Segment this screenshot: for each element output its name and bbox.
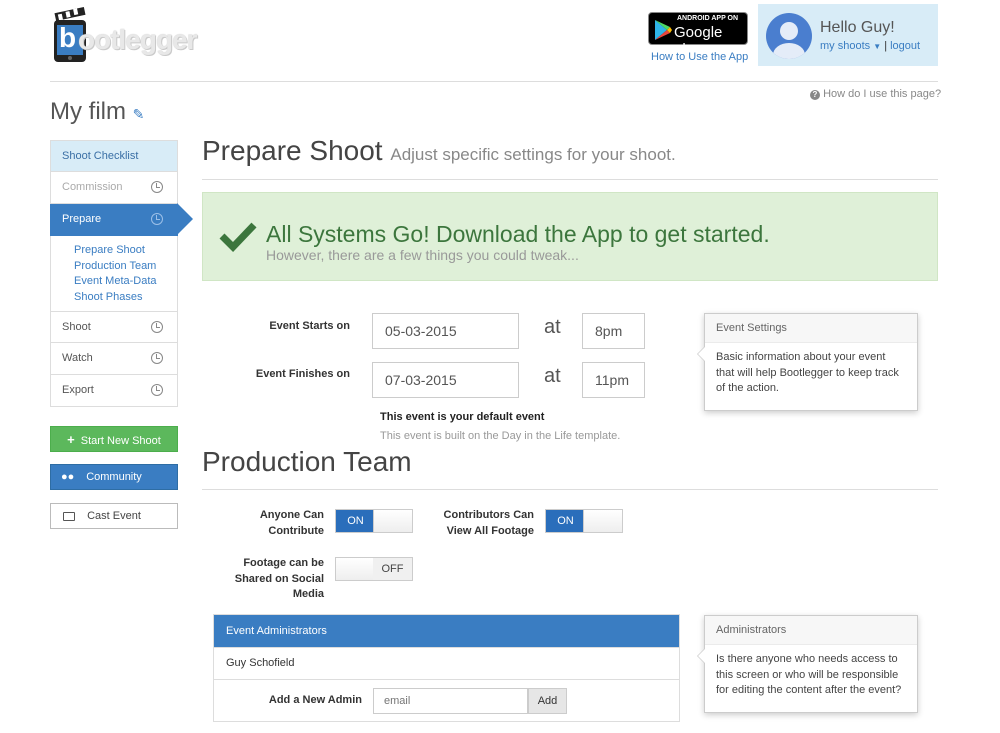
user-links-separator: | xyxy=(884,40,888,52)
pencil-icon[interactable]: ✎ xyxy=(133,106,145,122)
toggle-on-state: ON xyxy=(546,510,585,532)
toggle-knob xyxy=(373,510,412,532)
event-starts-label: Event Starts on xyxy=(269,320,350,332)
footage-shared-toggle[interactable]: OFF xyxy=(335,557,413,581)
event-administrators-panel: Event Administrators Guy Schofield Add a… xyxy=(213,614,680,722)
contributors-view-toggle[interactable]: ON xyxy=(545,509,623,533)
google-play-badge[interactable]: ANDROID APP ON Google play xyxy=(648,12,748,58)
at-label: at xyxy=(544,365,561,387)
popover-body: Is there anyone who needs access to this… xyxy=(716,653,902,696)
add-admin-button[interactable]: Add xyxy=(528,688,567,714)
sidebar-item-export[interactable]: Export xyxy=(50,375,178,407)
clock-icon xyxy=(151,352,163,364)
help-link-label: How do I use this page? xyxy=(823,88,942,100)
template-note: This event is built on the Day in the Li… xyxy=(380,430,621,442)
logo-letter: b xyxy=(59,22,77,53)
toggle-off-state: OFF xyxy=(373,558,412,580)
toggle-knob xyxy=(583,510,622,532)
page-help-link[interactable]: ? How do I use this page? xyxy=(810,88,941,100)
event-finish-date-input[interactable]: 07-03-2015 xyxy=(372,362,519,398)
success-subtitle: However, there are a few things you coul… xyxy=(266,247,579,263)
community-button[interactable]: ●● Community xyxy=(50,464,178,490)
toggle-knob xyxy=(336,558,375,580)
prepare-sub-menu: Prepare Shoot Production Team Event Meta… xyxy=(50,236,178,311)
admin-list-item: Guy Schofield xyxy=(214,647,679,679)
google-play-caption: ANDROID APP ON xyxy=(677,15,739,22)
how-to-use-link[interactable]: How to Use the App xyxy=(651,51,748,63)
sub-item-production-team[interactable]: Production Team xyxy=(74,259,177,275)
logo-wordmark: ootlegger xyxy=(78,24,198,55)
sidebar: Shoot Checklist Commission Prepare Prepa… xyxy=(50,140,193,407)
contributors-view-label: Contributors Can View All Footage xyxy=(443,509,534,537)
my-shoots-link[interactable]: my shoots xyxy=(820,40,870,52)
film-title-text: My film xyxy=(50,98,126,125)
sub-item-prepare-shoot[interactable]: Prepare Shoot xyxy=(74,243,177,259)
footage-shared-label: Footage can be Shared on Social Media xyxy=(234,557,324,600)
plus-icon: + xyxy=(67,432,75,447)
page-title: Prepare Shoot Adjust specific settings f… xyxy=(202,135,676,166)
clock-icon xyxy=(151,213,163,225)
google-play-icon xyxy=(655,20,672,40)
users-icon: ●● xyxy=(61,471,75,483)
start-new-shoot-button[interactable]: + Start New Shoot xyxy=(50,426,178,452)
sidebar-item-prepare[interactable]: Prepare xyxy=(50,203,193,236)
event-start-time-input[interactable]: 8pm xyxy=(582,313,645,349)
header-divider xyxy=(50,81,938,82)
production-team-title: Production Team xyxy=(202,446,412,477)
at-label: at xyxy=(544,316,561,338)
section-divider xyxy=(202,489,938,490)
anyone-contribute-toggle[interactable]: ON xyxy=(335,509,413,533)
cast-icon xyxy=(63,512,75,521)
sub-item-shoot-phases[interactable]: Shoot Phases xyxy=(74,290,177,306)
page-subtitle: Adjust specific settings for your shoot. xyxy=(390,145,676,164)
checkmark-icon xyxy=(219,222,257,252)
caret-down-icon[interactable]: ▼ xyxy=(873,42,881,51)
event-finish-time-input[interactable]: 11pm xyxy=(582,362,645,398)
event-finishes-label: Event Finishes on xyxy=(255,368,350,380)
add-admin-label: Add a New Admin xyxy=(268,694,362,706)
clock-icon xyxy=(151,181,163,193)
cast-event-button[interactable]: Cast Event xyxy=(50,503,178,529)
section-divider xyxy=(202,179,938,180)
popover-body: Basic information about your event that … xyxy=(716,351,899,394)
user-panel: Hello Guy! my shoots ▼ | logout xyxy=(758,4,938,66)
sidebar-item-shoot[interactable]: Shoot xyxy=(50,311,178,343)
popover-arrow xyxy=(697,648,705,664)
administrators-popover: Administrators Is there anyone who needs… xyxy=(697,615,918,713)
success-alert: All Systems Go! Download the App to get … xyxy=(202,192,938,281)
clock-icon xyxy=(151,384,163,396)
admin-email-input[interactable] xyxy=(373,688,528,714)
sidebar-item-commission[interactable]: Commission xyxy=(50,172,178,204)
film-title: My film ✎ xyxy=(50,98,144,126)
popover-arrow xyxy=(697,346,705,362)
question-circle-icon: ? xyxy=(810,90,820,100)
toggle-on-state: ON xyxy=(336,510,375,532)
popover-title: Event Settings xyxy=(705,314,917,343)
admin-panel-title: Event Administrators xyxy=(214,615,679,647)
user-greeting: Hello Guy! xyxy=(820,19,895,36)
avatar xyxy=(766,13,812,59)
event-settings-popover: Event Settings Basic information about y… xyxy=(697,313,918,411)
add-admin-row: Add a New Admin Add xyxy=(214,679,679,721)
default-event-note: This event is your default event xyxy=(380,411,545,423)
success-title: All Systems Go! Download the App to get … xyxy=(266,221,770,247)
sidebar-checklist-title: Shoot Checklist xyxy=(50,140,178,172)
anyone-contribute-label: Anyone Can Contribute xyxy=(259,509,324,537)
popover-title: Administrators xyxy=(705,616,917,645)
logout-link[interactable]: logout xyxy=(890,40,920,52)
event-start-date-input[interactable]: 05-03-2015 xyxy=(372,313,519,349)
clock-icon xyxy=(151,321,163,333)
sidebar-item-watch[interactable]: Watch xyxy=(50,343,178,375)
active-arrow xyxy=(177,203,193,235)
sub-item-event-meta-data[interactable]: Event Meta-Data xyxy=(74,274,177,290)
user-avatar-icon xyxy=(773,22,805,59)
